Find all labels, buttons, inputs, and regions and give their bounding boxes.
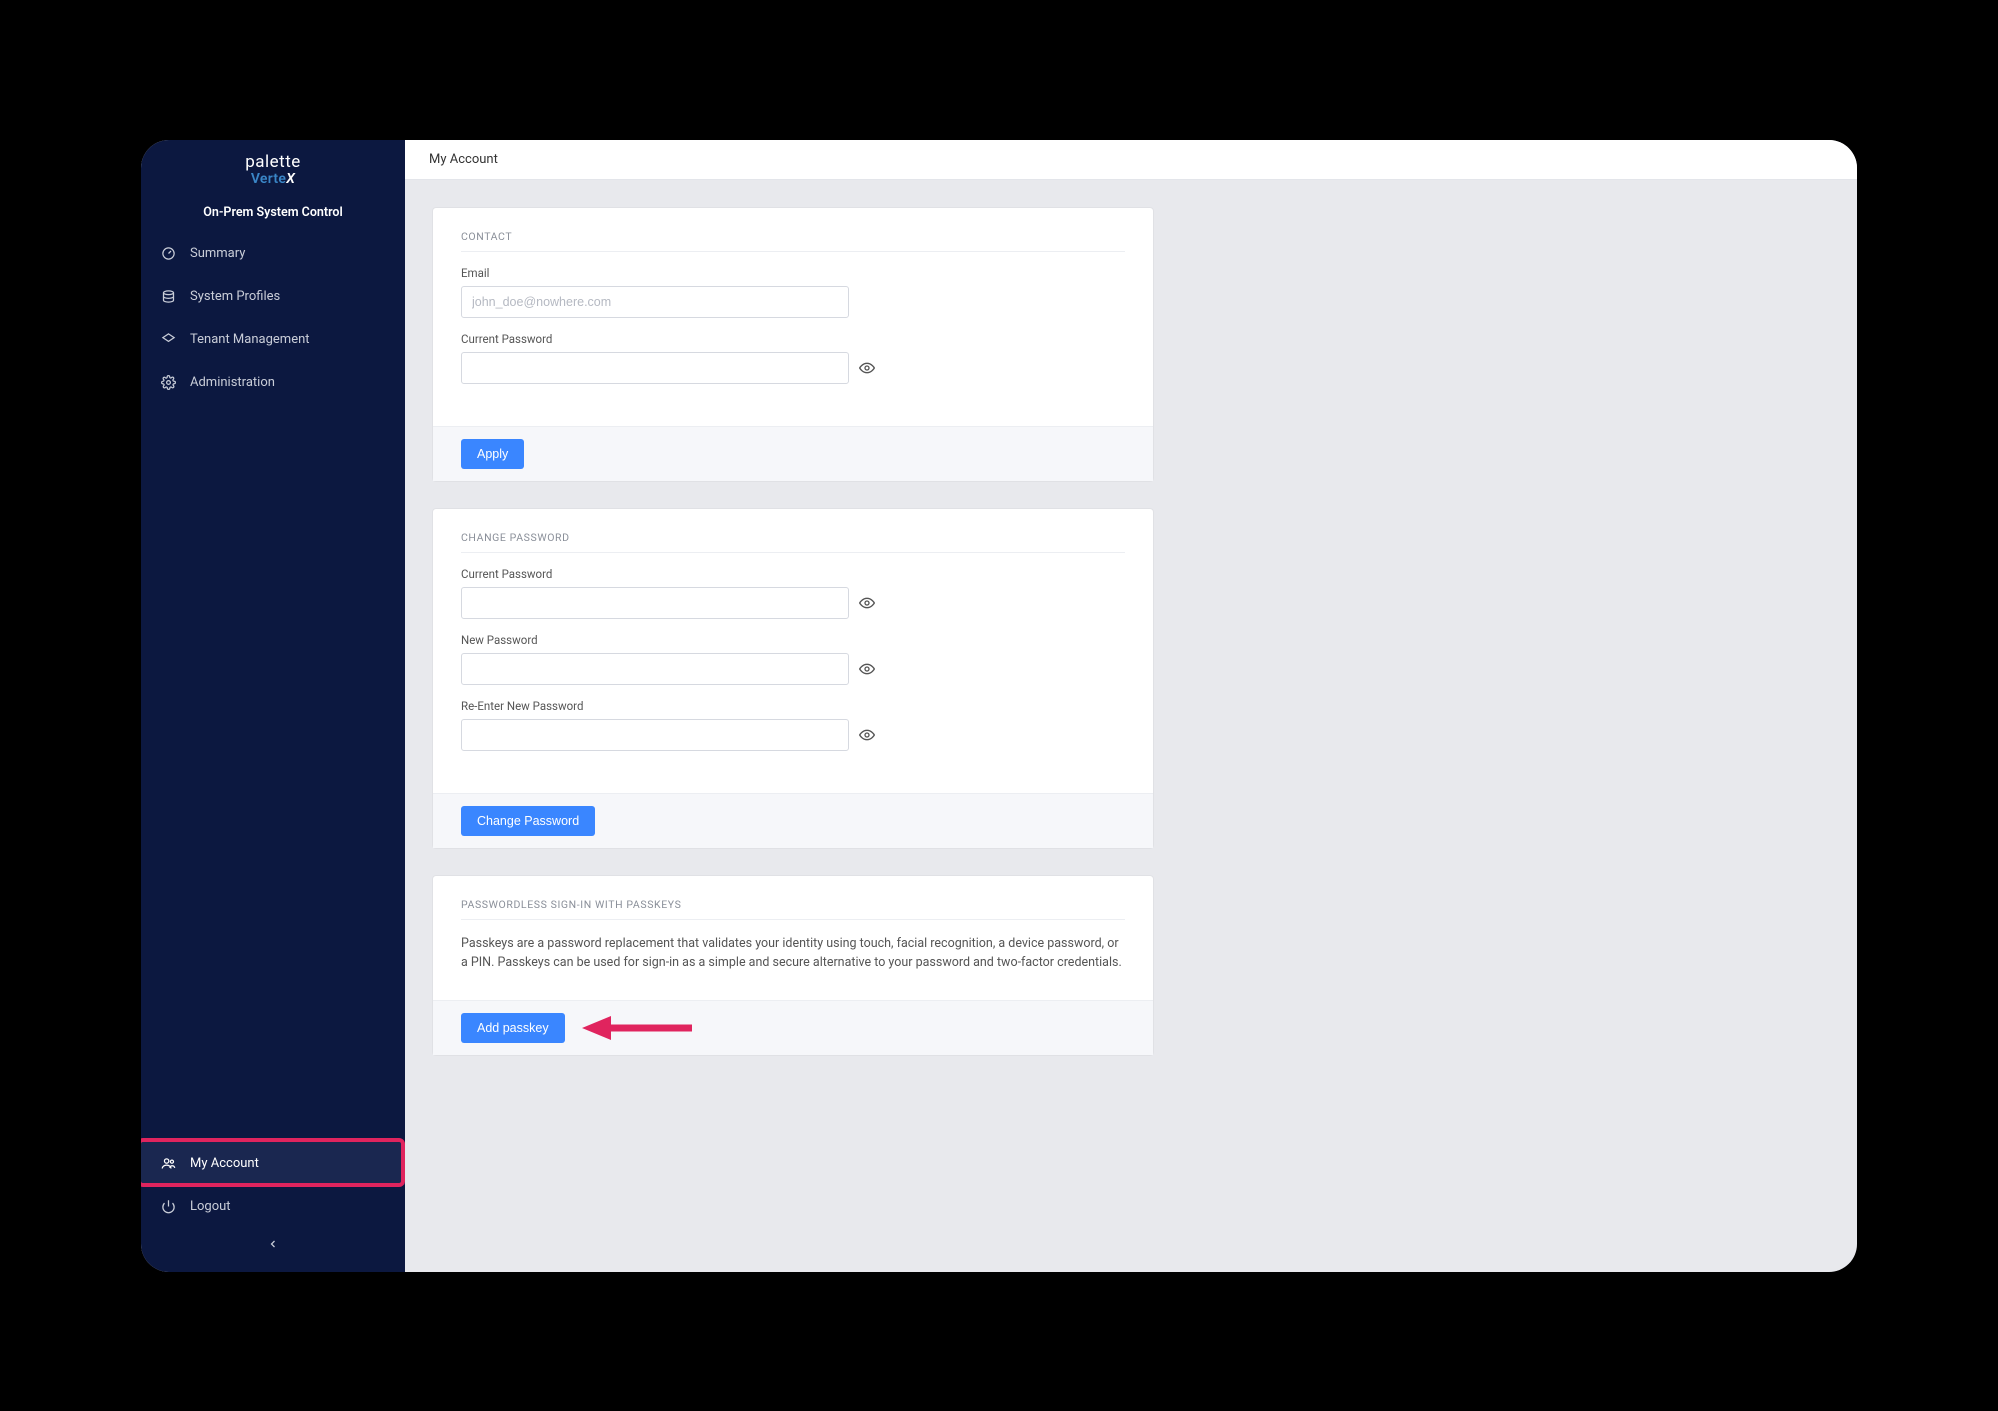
sidebar-collapse-button[interactable]	[263, 1234, 283, 1254]
sidebar-nav: Summary System Profiles Tenant Managemen…	[141, 232, 405, 404]
reenter-password-input[interactable]	[461, 719, 849, 751]
sidebar-item-label: Logout	[190, 1199, 231, 1214]
tenant-icon	[161, 332, 176, 347]
content-scroll: CONTACT Email Current Password	[405, 180, 1857, 1112]
toggle-password-visibility[interactable]	[859, 360, 875, 376]
eye-icon	[859, 727, 875, 743]
sidebar-item-label: Tenant Management	[190, 332, 310, 347]
sidebar-item-administration[interactable]: Administration	[141, 361, 405, 404]
gear-icon	[161, 375, 176, 390]
panel-title-passkeys: PASSWORDLESS SIGN-IN WITH PASSKEYS	[461, 898, 1125, 920]
field-current-password: Current Password	[461, 567, 1125, 619]
eye-icon	[859, 595, 875, 611]
field-current-password-contact: Current Password	[461, 332, 1125, 384]
sidebar-item-label: System Profiles	[190, 289, 280, 304]
email-input[interactable]	[461, 286, 849, 318]
label-current-password-contact: Current Password	[461, 332, 1125, 346]
sidebar-item-my-account[interactable]: My Account	[141, 1142, 405, 1185]
main-content: My Account CONTACT Email Current Passwor…	[405, 140, 1857, 1272]
field-email: Email	[461, 266, 1125, 318]
sidebar-item-label: Summary	[190, 246, 245, 261]
label-new-password: New Password	[461, 633, 1125, 647]
page-title: My Account	[429, 152, 498, 167]
panel-title-contact: CONTACT	[461, 230, 1125, 252]
app-window: palette VerteX On-Prem System Control Su…	[141, 140, 1857, 1272]
label-reenter-password: Re-Enter New Password	[461, 699, 1125, 713]
chevron-left-icon	[267, 1238, 279, 1250]
toggle-password-visibility[interactable]	[859, 661, 875, 677]
brand-logo: palette VerteX	[141, 140, 405, 193]
page-header: My Account	[405, 140, 1857, 180]
eye-icon	[859, 360, 875, 376]
passkeys-description: Passkeys are a password replacement that…	[461, 934, 1125, 973]
label-email: Email	[461, 266, 1125, 280]
toggle-password-visibility[interactable]	[859, 727, 875, 743]
brand-line2: VerteX	[141, 171, 405, 187]
eye-icon	[859, 661, 875, 677]
apply-button[interactable]: Apply	[461, 439, 524, 469]
brand-line1: palette	[141, 154, 405, 171]
field-new-password: New Password	[461, 633, 1125, 685]
sidebar-item-tenant-management[interactable]: Tenant Management	[141, 318, 405, 361]
sidebar-item-label: My Account	[190, 1156, 259, 1171]
sidebar-item-label: Administration	[190, 375, 275, 390]
sidebar-bottom-nav: My Account Logout	[141, 1142, 405, 1272]
panel-change-password: CHANGE PASSWORD Current Password New Pas…	[433, 509, 1153, 848]
brand-subtitle: On-Prem System Control	[141, 205, 405, 220]
sidebar-item-summary[interactable]: Summary	[141, 232, 405, 275]
current-password-input[interactable]	[461, 587, 849, 619]
change-password-button[interactable]: Change Password	[461, 806, 595, 836]
sidebar-item-logout[interactable]: Logout	[141, 1185, 405, 1228]
user-icon	[161, 1156, 176, 1171]
sidebar-item-system-profiles[interactable]: System Profiles	[141, 275, 405, 318]
panel-contact: CONTACT Email Current Password	[433, 208, 1153, 481]
current-password-input-contact[interactable]	[461, 352, 849, 384]
new-password-input[interactable]	[461, 653, 849, 685]
label-current-password: Current Password	[461, 567, 1125, 581]
panel-title-change-password: CHANGE PASSWORD	[461, 531, 1125, 553]
power-icon	[161, 1199, 176, 1214]
sidebar: palette VerteX On-Prem System Control Su…	[141, 140, 405, 1272]
field-reenter-password: Re-Enter New Password	[461, 699, 1125, 751]
database-icon	[161, 289, 176, 304]
panel-passkeys: PASSWORDLESS SIGN-IN WITH PASSKEYS Passk…	[433, 876, 1153, 1056]
toggle-password-visibility[interactable]	[859, 595, 875, 611]
add-passkey-button[interactable]: Add passkey	[461, 1013, 565, 1043]
gauge-icon	[161, 246, 176, 261]
